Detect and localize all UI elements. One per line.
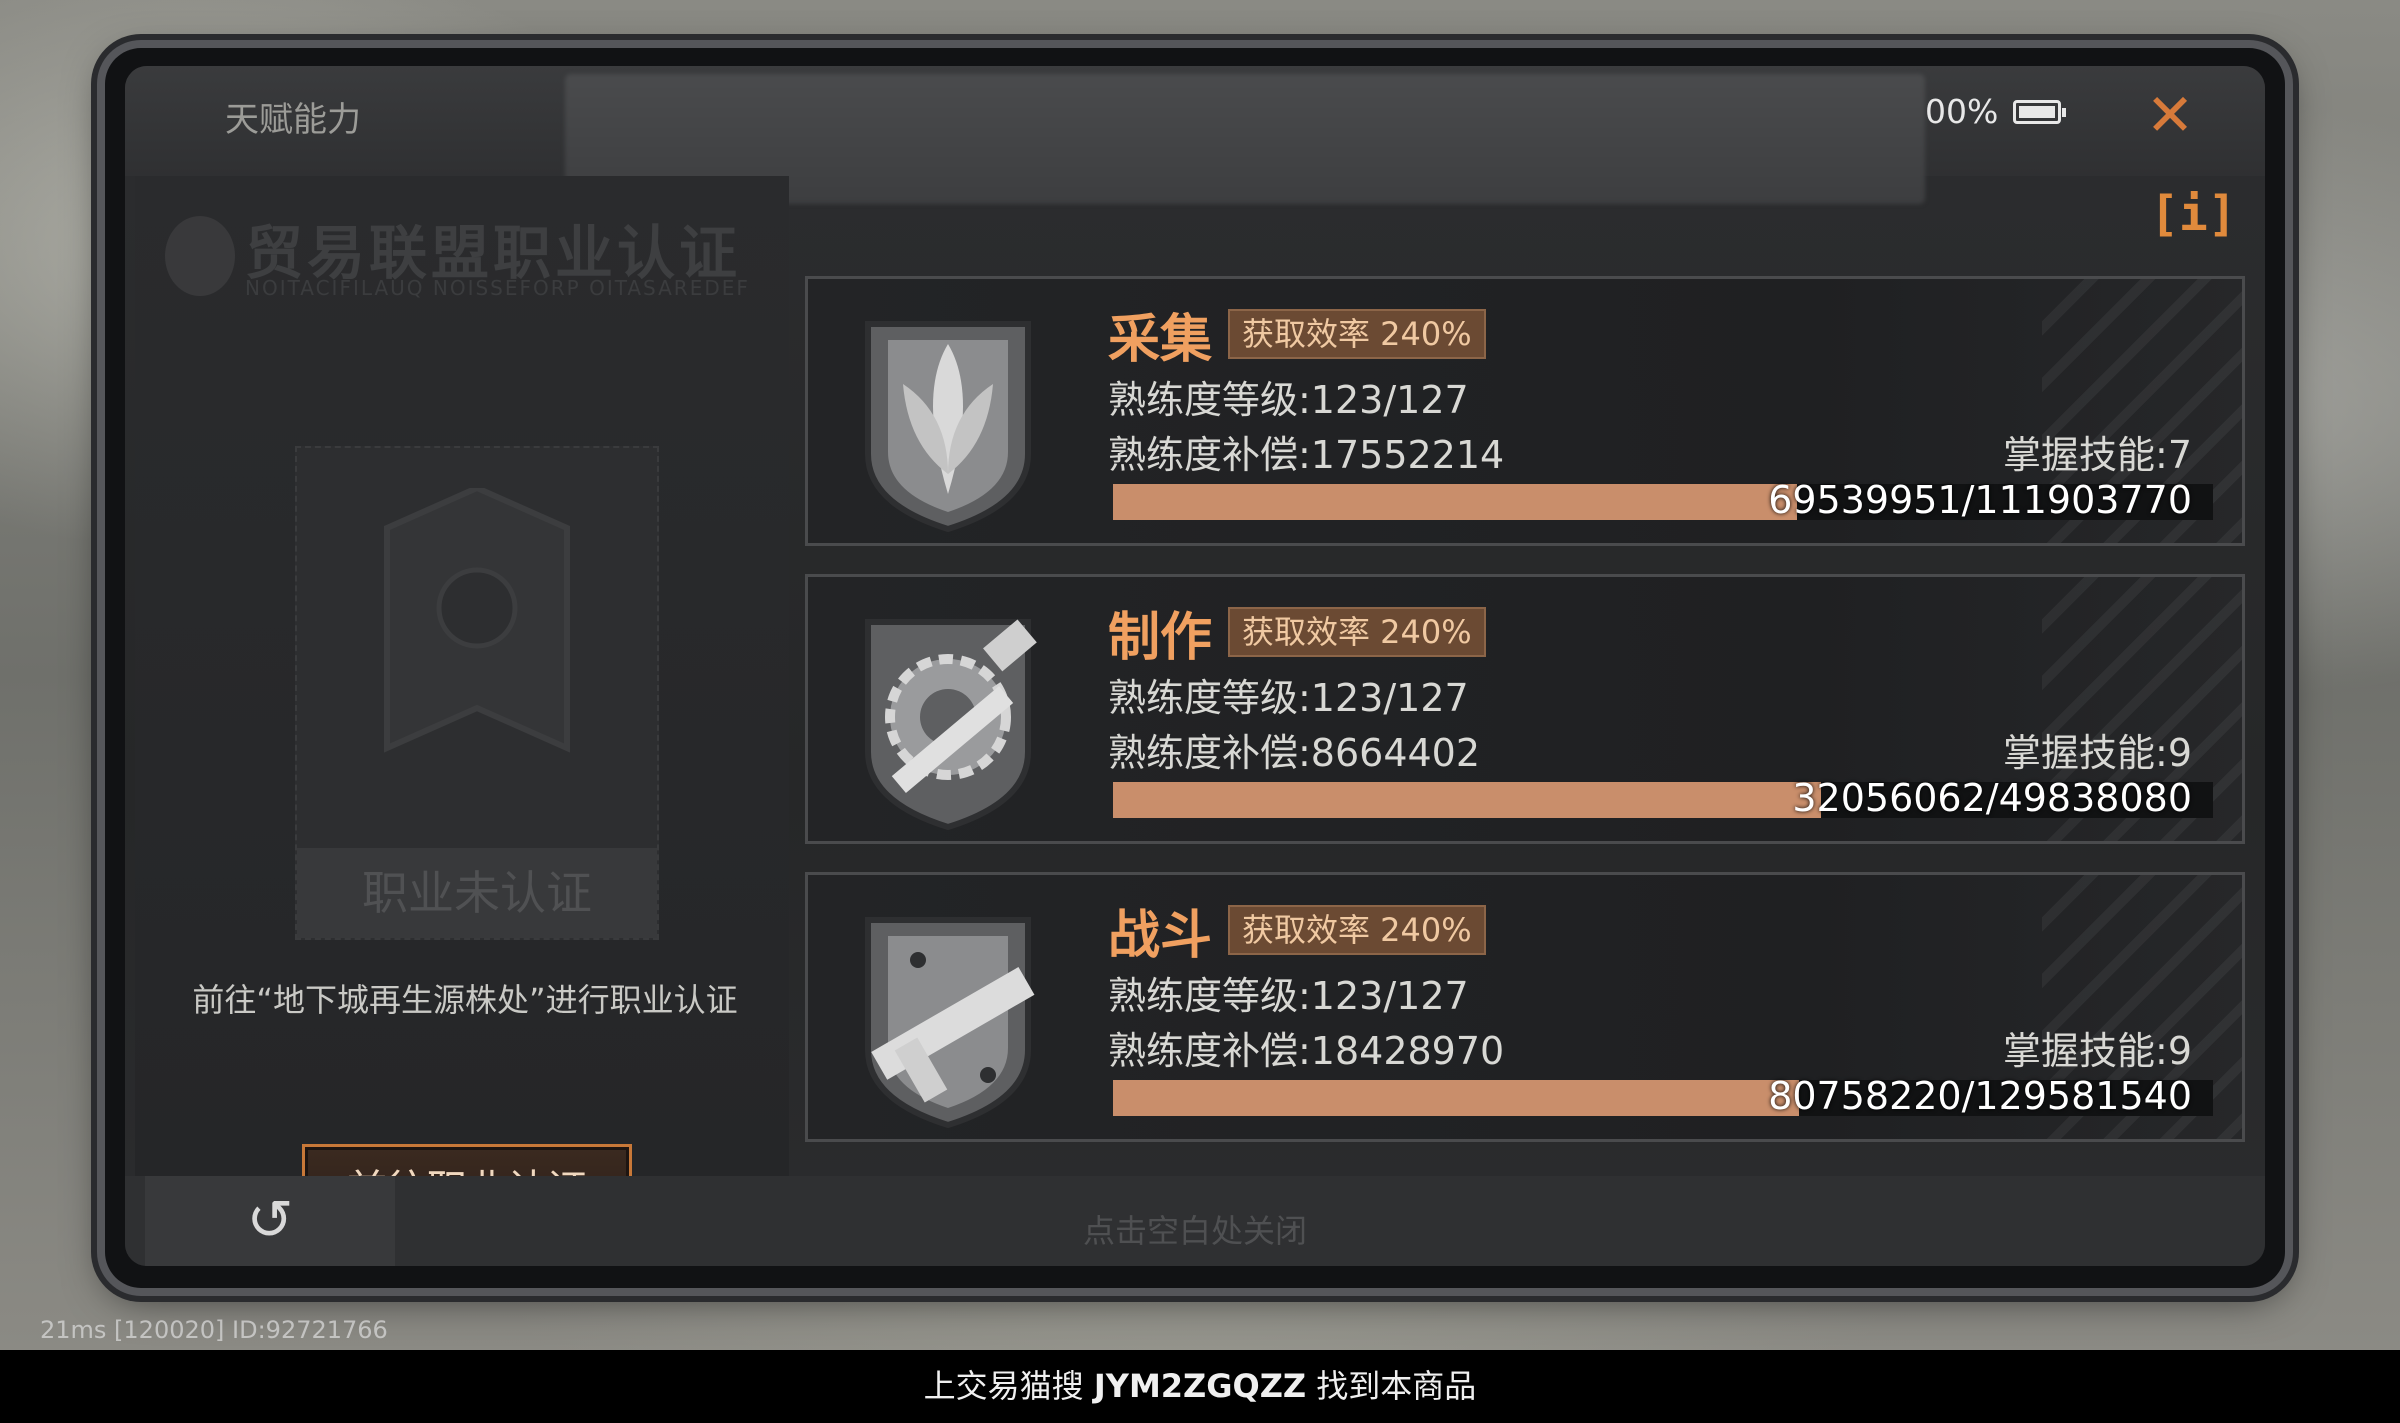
- watermark-prefix: 上交易猫搜: [923, 1367, 1084, 1405]
- close-hint[interactable]: 点击空白处关闭: [125, 1206, 2265, 1252]
- mastered-skills: 掌握技能:9: [2003, 731, 2192, 775]
- progress-fill: [1113, 782, 1821, 818]
- status-info: 21ms [120020] ID:92721766: [40, 1316, 388, 1344]
- progress-text: 69539951/111903770: [1768, 478, 2192, 522]
- skill-card-craft[interactable]: 制作 获取效率 240% 熟练度等级:123/127 熟练度补偿:8664402…: [805, 574, 2245, 844]
- efficiency-badge: 获取效率 240%: [1228, 607, 1486, 657]
- progress-fill: [1113, 1080, 1799, 1116]
- gun-shield-icon: [865, 917, 1035, 1129]
- robot-logo-icon: [165, 216, 235, 296]
- proficiency-level: 熟练度等级:123/127: [1108, 676, 1469, 720]
- proficiency-compensation: 熟练度补偿:18428970: [1108, 1029, 1505, 1073]
- banner-emblem-icon: [384, 488, 570, 753]
- skill-name: 制作: [1108, 608, 1213, 668]
- talent-dialog: 天赋能力 00% ✕ [i] 贸易联盟职业认证 NOITACIFILAUQ NO…: [125, 66, 2265, 1266]
- efficiency-badge: 获取效率 240%: [1228, 309, 1486, 359]
- close-button[interactable]: ✕: [2135, 80, 2205, 150]
- proficiency-compensation: 熟练度补偿:17552214: [1108, 433, 1505, 477]
- efficiency-badge: 获取效率 240%: [1228, 905, 1486, 955]
- certification-panel: 贸易联盟职业认证 NOITACIFILAUQ NOISSEFORP OITASA…: [135, 176, 789, 1230]
- leaf-shield-icon: [865, 321, 1031, 533]
- info-button[interactable]: [i]: [2150, 186, 2237, 242]
- progress-text: 32056062/49838080: [1792, 776, 2192, 820]
- progress-fill: [1113, 484, 1797, 520]
- battery-percent: 00%: [1925, 92, 1999, 131]
- cert-subtitle: NOITACIFILAUQ NOISSEFORP OITASAREDEF: [245, 276, 750, 300]
- progress-text: 80758220/129581540: [1768, 1074, 2192, 1118]
- watermark-suffix: 找到本商品: [1316, 1367, 1477, 1405]
- watermark-bar: 上交易猫搜 JYM2ZGQZZ 找到本商品: [0, 1350, 2400, 1423]
- proficiency-compensation: 熟练度补偿:8664402: [1108, 731, 1481, 775]
- proficiency-level: 熟练度等级:123/127: [1108, 974, 1469, 1018]
- skill-name: 战斗: [1108, 906, 1213, 966]
- proficiency-level: 熟练度等级:123/127: [1108, 378, 1469, 422]
- skill-card-gather[interactable]: 采集 获取效率 240% 熟练度等级:123/127 熟练度补偿:1755221…: [805, 276, 2245, 546]
- mastered-skills: 掌握技能:9: [2003, 1029, 2192, 1073]
- battery-icon: [2013, 100, 2066, 124]
- skill-name: 采集: [1108, 310, 1213, 370]
- mastered-skills: 掌握技能:7: [2003, 433, 2192, 477]
- dialog-title: 天赋能力: [225, 100, 361, 140]
- skill-card-combat[interactable]: 战斗 获取效率 240% 熟练度等级:123/127 熟练度补偿:1842897…: [805, 872, 2245, 1142]
- watermark-code: JYM2ZGQZZ: [1093, 1367, 1307, 1405]
- gear-hammer-icon: [865, 619, 1037, 831]
- certification-instruction: 前往“地下城再生源株处”进行职业认证: [192, 981, 738, 1019]
- uncertified-label: 职业未认证: [297, 848, 657, 938]
- profession-badge: 职业未认证: [295, 446, 659, 940]
